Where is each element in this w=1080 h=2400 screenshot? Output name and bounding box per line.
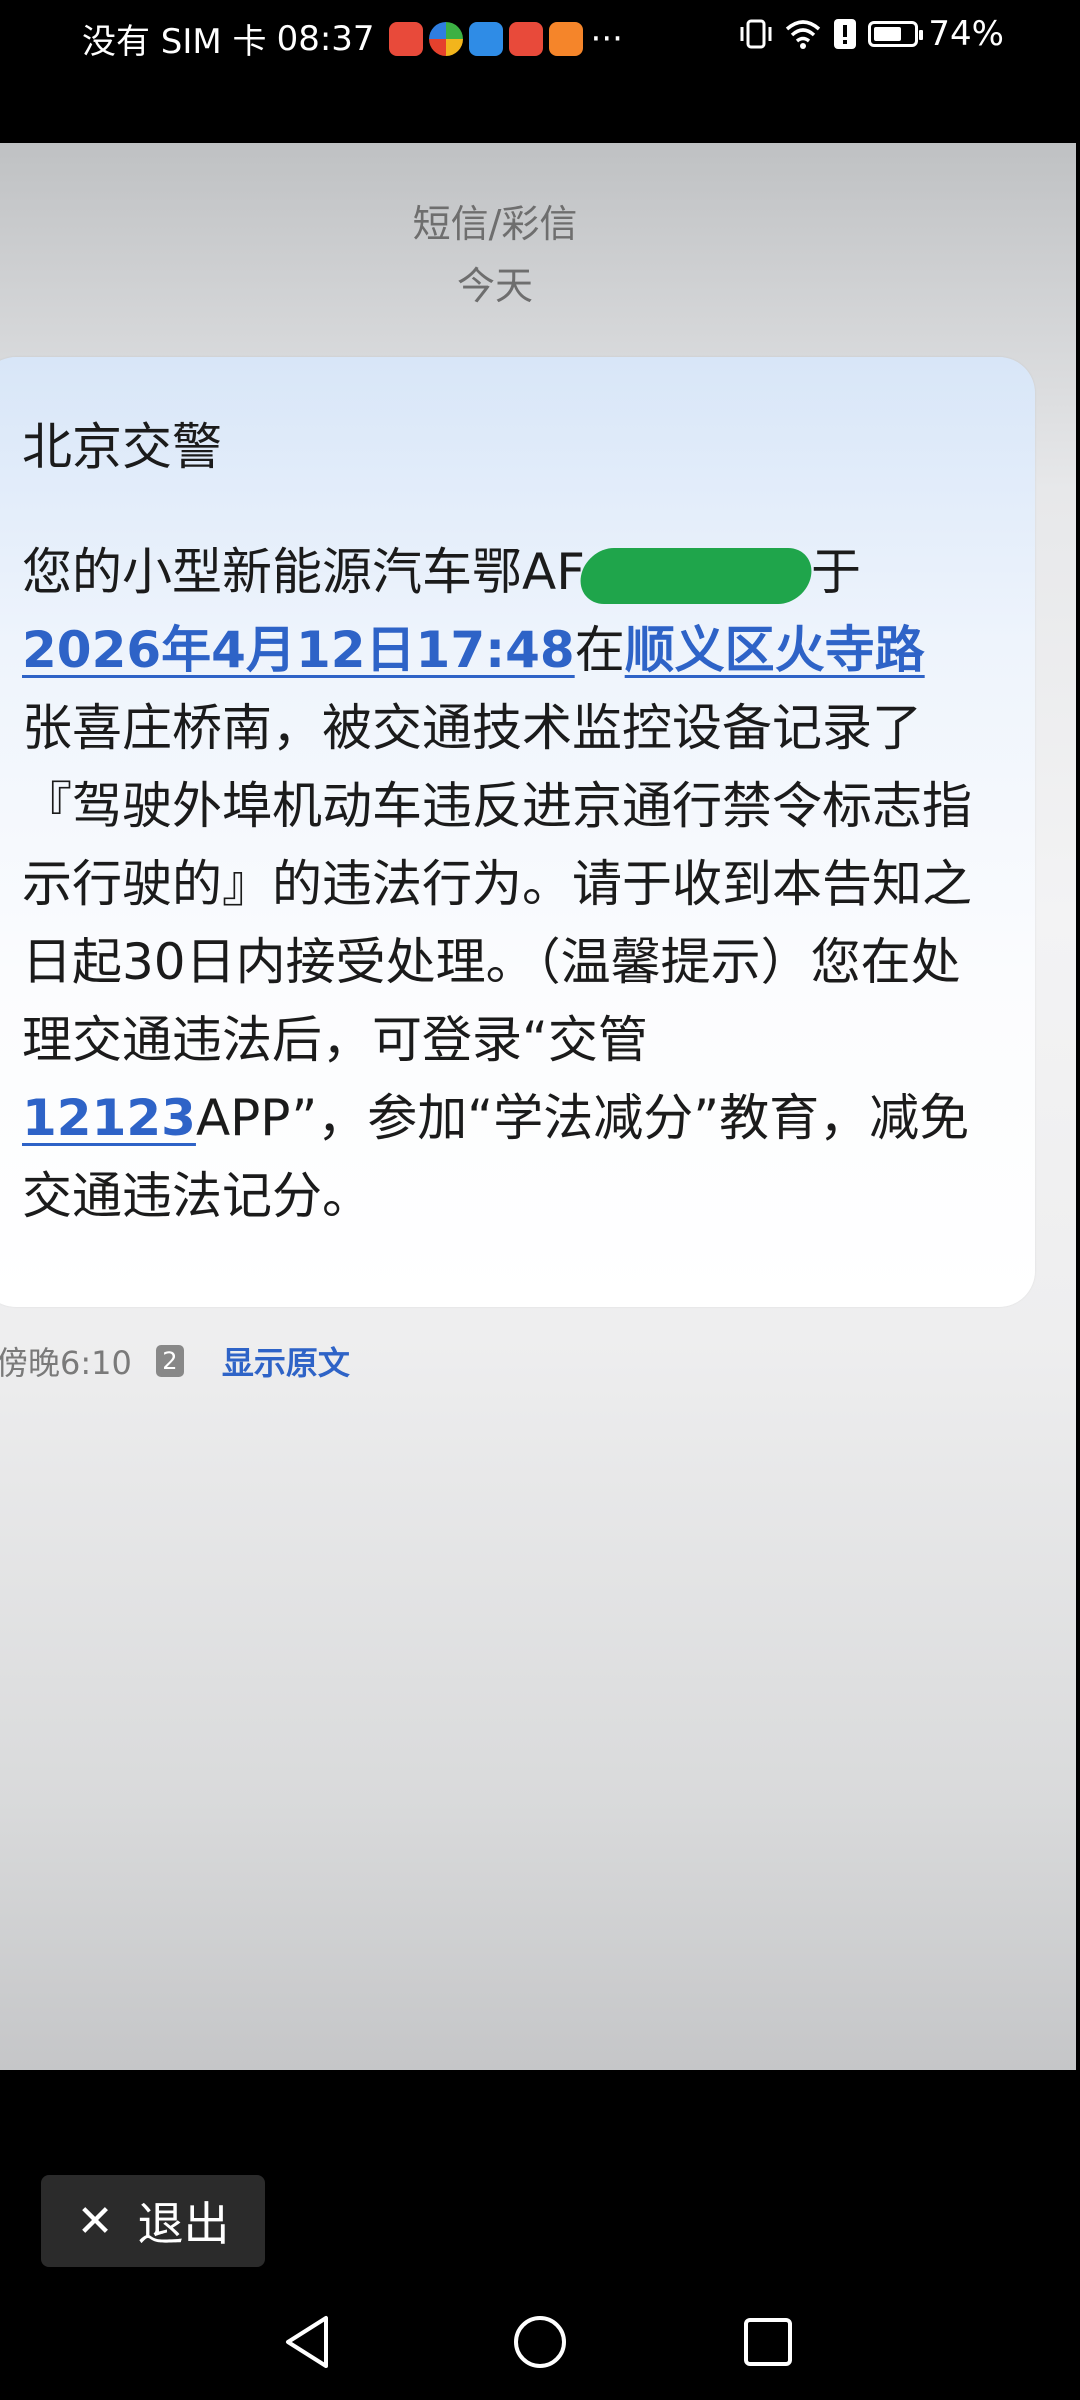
app-notification-icon [388,21,423,56]
message-text: 张喜庄桥南，被交通技术监控设备记录了『驾驶外埠机动车违反进京通行禁令标志指示行驶… [22,699,972,1069]
thread-header: 短信/彩信 今天 [0,193,990,317]
phone-number-link[interactable]: 12123 [22,1089,196,1147]
app-notification-icon [468,21,503,56]
app-notification-icon [428,21,463,56]
alert-icon [834,19,857,49]
wifi-icon [786,20,821,49]
show-original-link[interactable]: 显示原文 [222,1338,350,1384]
recent-apps-icon[interactable] [736,2310,800,2374]
message-timestamp: 傍晚6:10 [0,1344,132,1382]
home-icon[interactable] [508,2310,572,2374]
carrier-text: 没有 SIM 卡 [82,22,267,62]
message-text: 于 [810,543,861,601]
sender-name: 北京交警 [22,418,222,476]
exit-label: 退出 [137,2197,230,2251]
status-bar: 没有 SIM 卡 08:37 ··· 74% [0,0,1080,72]
message-bubble[interactable]: 北京交警 您的小型新能源汽车鄂AF 于 2026年4月12日17:48在顺义区火寺… [0,357,1035,1307]
close-icon: ✕ [76,2195,114,2247]
sim-card-icon: 2 [155,1345,184,1377]
exit-button[interactable]: ✕ 退出 [41,2175,265,2267]
message-meta: 傍晚6:10 2 显示原文 [0,1338,350,1384]
vibrate-icon [740,19,772,49]
redaction-mark [576,547,816,604]
app-notification-icon [548,21,583,56]
message-text: 您的小型新能源汽车鄂AF [22,543,585,601]
back-icon[interactable] [276,2310,340,2374]
app-notification-icon [508,21,543,56]
screen: 没有 SIM 卡 08:37 ··· 74% 短信/彩信 今天 北京交警 您的小… [0,0,1080,2400]
more-notifications-icon: ··· [590,18,623,59]
battery-icon [868,21,924,47]
notification-icons [388,21,583,56]
day-label: 今天 [456,264,533,308]
battery-percent: 74% [928,14,1004,54]
status-left: 没有 SIM 卡 08:37 ··· [82,14,623,63]
battery-level-fill [874,27,901,41]
message-body: 您的小型新能源汽车鄂AF 于 2026年4月12日17:48在顺义区火寺路 张喜庄… [22,533,982,1235]
navigation-bar [0,2290,1080,2400]
image-viewer: 短信/彩信 今天 北京交警 您的小型新能源汽车鄂AF 于 2026年4月12日17… [0,143,1076,2070]
message-text: 在 [574,621,625,679]
status-right: 74% [738,14,1004,54]
message-type-label: 短信/彩信 [412,202,578,246]
location-link[interactable]: 顺义区火寺路 [625,621,925,679]
date-link[interactable]: 2026年4月12日17:48 [22,621,575,679]
clock: 08:37 [276,18,375,59]
